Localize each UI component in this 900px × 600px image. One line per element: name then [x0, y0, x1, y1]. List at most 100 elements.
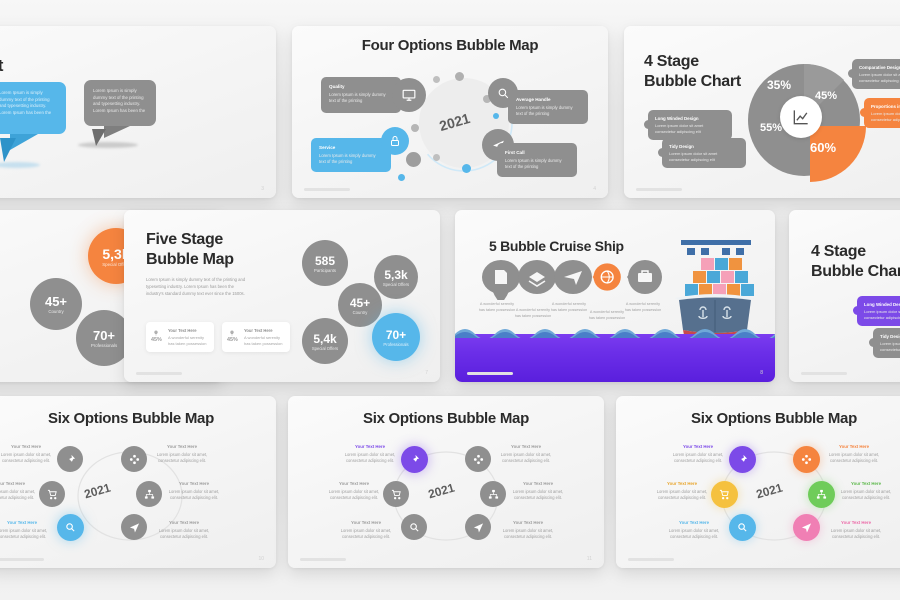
lock-icon[interactable] [381, 127, 409, 155]
desktop-icon[interactable] [392, 78, 426, 112]
tag-tidy-design[interactable]: Tidy Design Lorem ipsum dolor sit amet c… [662, 138, 746, 168]
option-body: Lorem ipsum dolor sit amet, consectetur … [340, 528, 392, 540]
option-heading: Your Text Here [679, 520, 709, 525]
option-text-3: Your Text Here Lorem ipsum dolor sit ame… [0, 481, 38, 502]
slide-four-stage-bubble-chart-partial[interactable]: 4 StageBubble Char Long Winded Design Lo… [789, 210, 900, 382]
cart-icon[interactable] [39, 481, 65, 507]
card-heading: Your Text Here [244, 328, 273, 333]
slide-title: Four Options Bubble Map [361, 37, 539, 54]
percent-label: 60% [810, 140, 837, 155]
cart-icon[interactable] [383, 481, 409, 507]
option-label: Service [319, 145, 336, 150]
watermark [467, 372, 513, 375]
option-card-first-call[interactable]: First Call Lorem Ipsum is simply dummy t… [497, 143, 577, 177]
tag-label: Tidy Design [880, 334, 900, 339]
option-card-service[interactable]: Service Lorem Ipsum is simply dummy text… [311, 138, 391, 172]
tag-long-winded-design[interactable]: Long Winded Design Lorem ipsum dolor sit… [648, 110, 732, 140]
send-icon[interactable] [793, 514, 820, 541]
slide-title: 5 Bubble Cruise Ship [489, 238, 624, 254]
option-heading: Your Text Here [179, 481, 209, 486]
ring-dot-accent [462, 164, 471, 173]
stat-bubble-country[interactable]: 45+ Country [338, 283, 382, 327]
page-number: 11 [586, 556, 592, 562]
cart-icon[interactable] [711, 481, 738, 508]
stat-bubble-special-offers[interactable]: 5,3k Special Offers [374, 255, 418, 299]
option-text-5: Your Text Here Lorem ipsum dolor sit ame… [666, 520, 722, 541]
slide-five-bubble-cruise-ship[interactable]: 5 Bubble Cruise Ship A wonderful serenit… [455, 210, 775, 382]
slide-gallery: Optionsbble Chart Lorem Ipsum is simply … [0, 0, 900, 600]
search-icon[interactable] [729, 514, 756, 541]
percent-label: 55% [760, 122, 783, 134]
tag-knob [848, 69, 857, 78]
step-text-5: A wonderful serenity has taken possessio… [624, 302, 662, 312]
tag-comparative-design[interactable]: Comparative Design Lorem ipsum dolor sit… [852, 59, 900, 89]
stat-bubble-country[interactable]: 45+ Country [30, 278, 82, 330]
callout-card-2[interactable]: Lorem Ipsum is simply dummy text of the … [0, 82, 66, 134]
send-icon[interactable] [465, 514, 491, 540]
option-text-4: Your Text Here Lorem ipsum dolor sit ame… [166, 481, 222, 502]
option-body: Lorem ipsum dolor sit amet, consectetur … [840, 489, 892, 501]
slide-six-options-bubble-map-color[interactable]: Six Options Bubble Map 2021 Your Text He… [616, 396, 900, 568]
info-card-1[interactable]: 45% Your Text Here A wonderful serenity … [146, 322, 214, 352]
option-card-average-handle[interactable]: Average Handle Lorem Ipsum is simply dum… [508, 90, 588, 124]
page-number: 4 [593, 186, 596, 192]
stat-bubble-professionals[interactable]: 70+ Professionals [372, 313, 420, 361]
ring-dot [411, 124, 419, 132]
watermark [300, 558, 346, 561]
slide-five-stage-bubble-map[interactable]: Five Stage Bubble Map Lorem Ipsum is simp… [124, 210, 440, 382]
pin-icon[interactable] [57, 446, 83, 472]
step-bubble-4-active[interactable] [589, 260, 629, 294]
step-bubble-1[interactable] [481, 260, 521, 294]
option-heading: Your Text Here [839, 444, 869, 449]
page-number: 10 [258, 556, 264, 562]
tag-knob [869, 338, 878, 347]
stat-caption: Country [48, 309, 64, 314]
percent-label: 45% [151, 337, 162, 343]
option-text-3: Your Text Here Lorem ipsum dolor sit ame… [654, 481, 710, 502]
search-icon[interactable] [401, 514, 427, 540]
watermark [628, 558, 674, 561]
step-bubble-2[interactable] [517, 260, 557, 294]
move-icon[interactable] [793, 446, 820, 473]
step-bubble-5[interactable] [625, 260, 665, 294]
callout-card-3[interactable]: Lorem Ipsum is simply dummy text of the … [84, 80, 156, 126]
option-text-2: Your Text Here Lorem ipsum dolor sit ame… [498, 444, 554, 465]
info-card-2[interactable]: 45% Your Text Here A wonderful serenity … [222, 322, 290, 352]
tag-body: Lorem ipsum dolor sit amet consectetur a… [655, 123, 704, 134]
send-icon[interactable] [121, 514, 147, 540]
tag-label: Comparative Design [859, 65, 900, 70]
step-text-1: A wonderful serenity has taken possessio… [478, 302, 516, 312]
search-icon[interactable] [57, 514, 84, 541]
move-icon[interactable] [465, 446, 491, 472]
tag-proportions-in-design[interactable]: Proportions in Design Lorem ipsum dolor … [864, 98, 900, 128]
globe-icon [592, 263, 621, 291]
stat-bubble-special-offers-2[interactable]: 5,4k Special Offers [302, 318, 348, 364]
option-heading: Your Text Here [511, 444, 541, 449]
option-card-quality[interactable]: Quality Lorem Ipsum is simply dummy text… [321, 77, 401, 113]
slide-title: Six Options Bubble Map [691, 410, 857, 427]
slide-six-options-bubble-map-grey[interactable]: Six Options Bubble Map 2021 Your Text He… [0, 396, 276, 568]
slide-four-options-bubble-map[interactable]: Four Options Bubble Map 2021 Quality Lor… [292, 26, 608, 198]
slide-six-options-bubble-map-purple[interactable]: Six Options Bubble Map 2021 Your Text He… [288, 396, 604, 568]
tag-body: Lorem ipsum dolor sit amet consectetur a… [864, 309, 900, 320]
stat-bubble-participants[interactable]: 585 Participants [302, 240, 348, 286]
pin-icon[interactable] [729, 446, 756, 473]
pin-icon[interactable] [401, 446, 428, 473]
step-bubble-3[interactable] [553, 260, 593, 294]
sitemap-icon[interactable] [480, 481, 506, 507]
sitemap-icon[interactable] [808, 481, 835, 508]
stat-value: 45+ [349, 295, 371, 310]
slide-title: Six Options Bubble Map [48, 410, 214, 427]
page-number: 7 [425, 370, 428, 376]
tag-long-winded-design[interactable]: Long Winded Design Lorem ipsum dolor sit… [857, 296, 900, 326]
slide-three-options-bubble-chart[interactable]: Optionsbble Chart Lorem Ipsum is simply … [0, 26, 276, 198]
move-icon[interactable] [121, 446, 147, 472]
slide-four-stage-bubble-chart[interactable]: 4 Stage Bubble Chart 35% 45% 55% 60% Comp… [624, 26, 900, 198]
option-text-1: Your Text Here Lorem ipsum dolor sit ame… [0, 444, 54, 465]
option-heading: Your Text Here [841, 520, 871, 525]
option-heading: Your Text Here [167, 444, 197, 449]
option-body: Lorem ipsum dolor sit amet, consectetur … [328, 489, 380, 501]
sitemap-icon[interactable] [136, 481, 162, 507]
option-label: Average Handle [516, 97, 551, 102]
option-text-4: Your Text Here Lorem ipsum dolor sit ame… [838, 481, 894, 502]
